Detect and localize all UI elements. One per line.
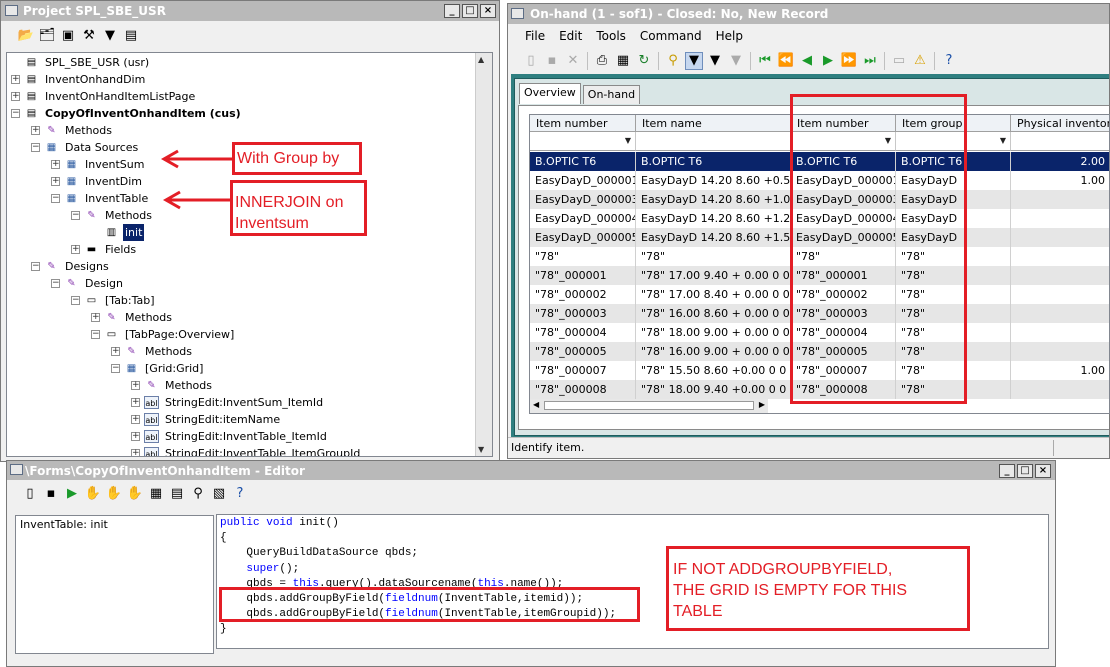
groupby-code-highlight	[219, 587, 640, 622]
innerjoin-text-2: Inventsum	[235, 215, 309, 232]
note-text-1: IF NOT ADDGROUPBYFIELD,	[673, 561, 893, 578]
group-by-text: With Group by	[237, 150, 340, 167]
note-text-3: TABLE	[673, 603, 723, 620]
note-text-2: THE GRID IS EMPTY FOR THIS	[673, 582, 908, 599]
innerjoin-text-1: INNERJOIN on	[235, 194, 344, 211]
grid-columns-highlight	[790, 94, 967, 404]
